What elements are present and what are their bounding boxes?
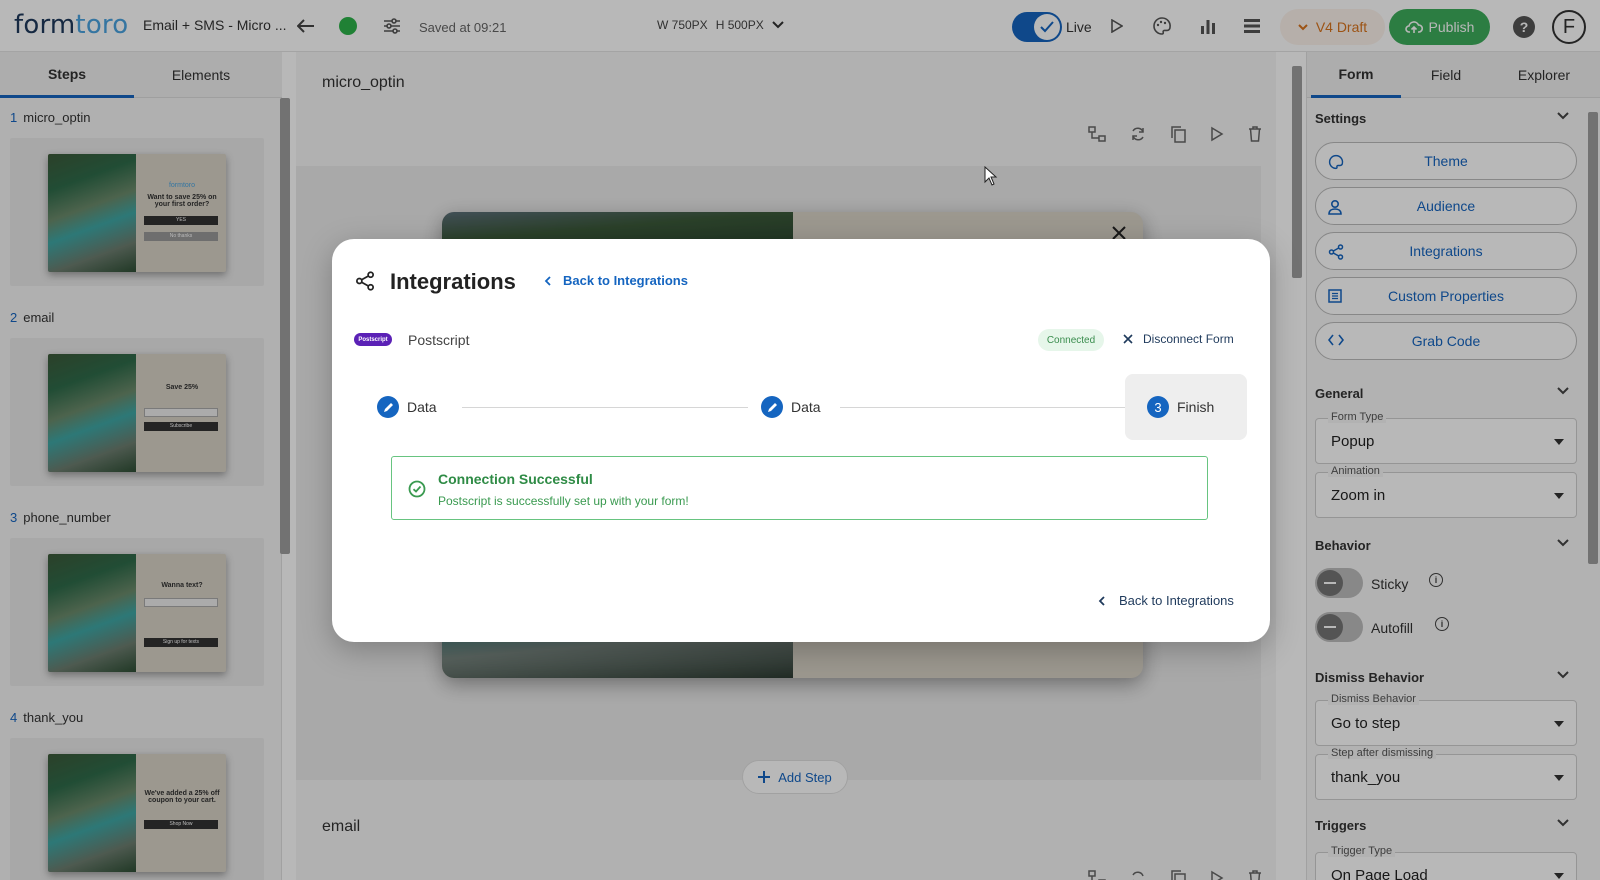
chevron-left-icon [1098, 595, 1105, 606]
step-label: Finish [1177, 399, 1215, 415]
status-badge: Connected [1038, 329, 1104, 351]
modal-title: Integrations [390, 269, 516, 294]
close-icon [1123, 334, 1133, 344]
chevron-left-icon [544, 275, 551, 286]
check-circle-icon [408, 480, 426, 498]
bottom-back-to-integrations-link[interactable]: Back to Integrations [1098, 593, 1234, 608]
provider-name: Postscript [408, 332, 470, 348]
disconnect-form-button[interactable]: Disconnect Form [1123, 332, 1234, 346]
share-icon [354, 270, 376, 292]
step-number: 3 [1147, 396, 1169, 418]
back-to-integrations-link[interactable]: Back to Integrations [544, 273, 688, 288]
stepper-step-2[interactable]: Data [761, 396, 821, 418]
stepper-connector [840, 407, 1126, 408]
mouse-cursor-icon [984, 166, 998, 186]
success-alert: Connection Successful Postscript is succ… [391, 456, 1208, 520]
success-title: Connection Successful [438, 471, 593, 487]
step-label: Data [791, 399, 821, 415]
disconnect-label: Disconnect Form [1143, 332, 1234, 346]
stepper-step-1[interactable]: Data [377, 396, 437, 418]
stepper-connector [462, 407, 748, 408]
edit-icon [761, 396, 783, 418]
back-link-label: Back to Integrations [563, 273, 688, 288]
back-link-label: Back to Integrations [1119, 593, 1234, 608]
postscript-logo: Postscript [354, 333, 392, 346]
success-message: Postscript is successfully set up with y… [438, 494, 689, 508]
integrations-modal: Integrations Back to Integrations Postsc… [332, 239, 1270, 642]
stepper-step-3[interactable]: 3 Finish [1147, 396, 1214, 418]
edit-icon [377, 396, 399, 418]
step-label: Data [407, 399, 437, 415]
